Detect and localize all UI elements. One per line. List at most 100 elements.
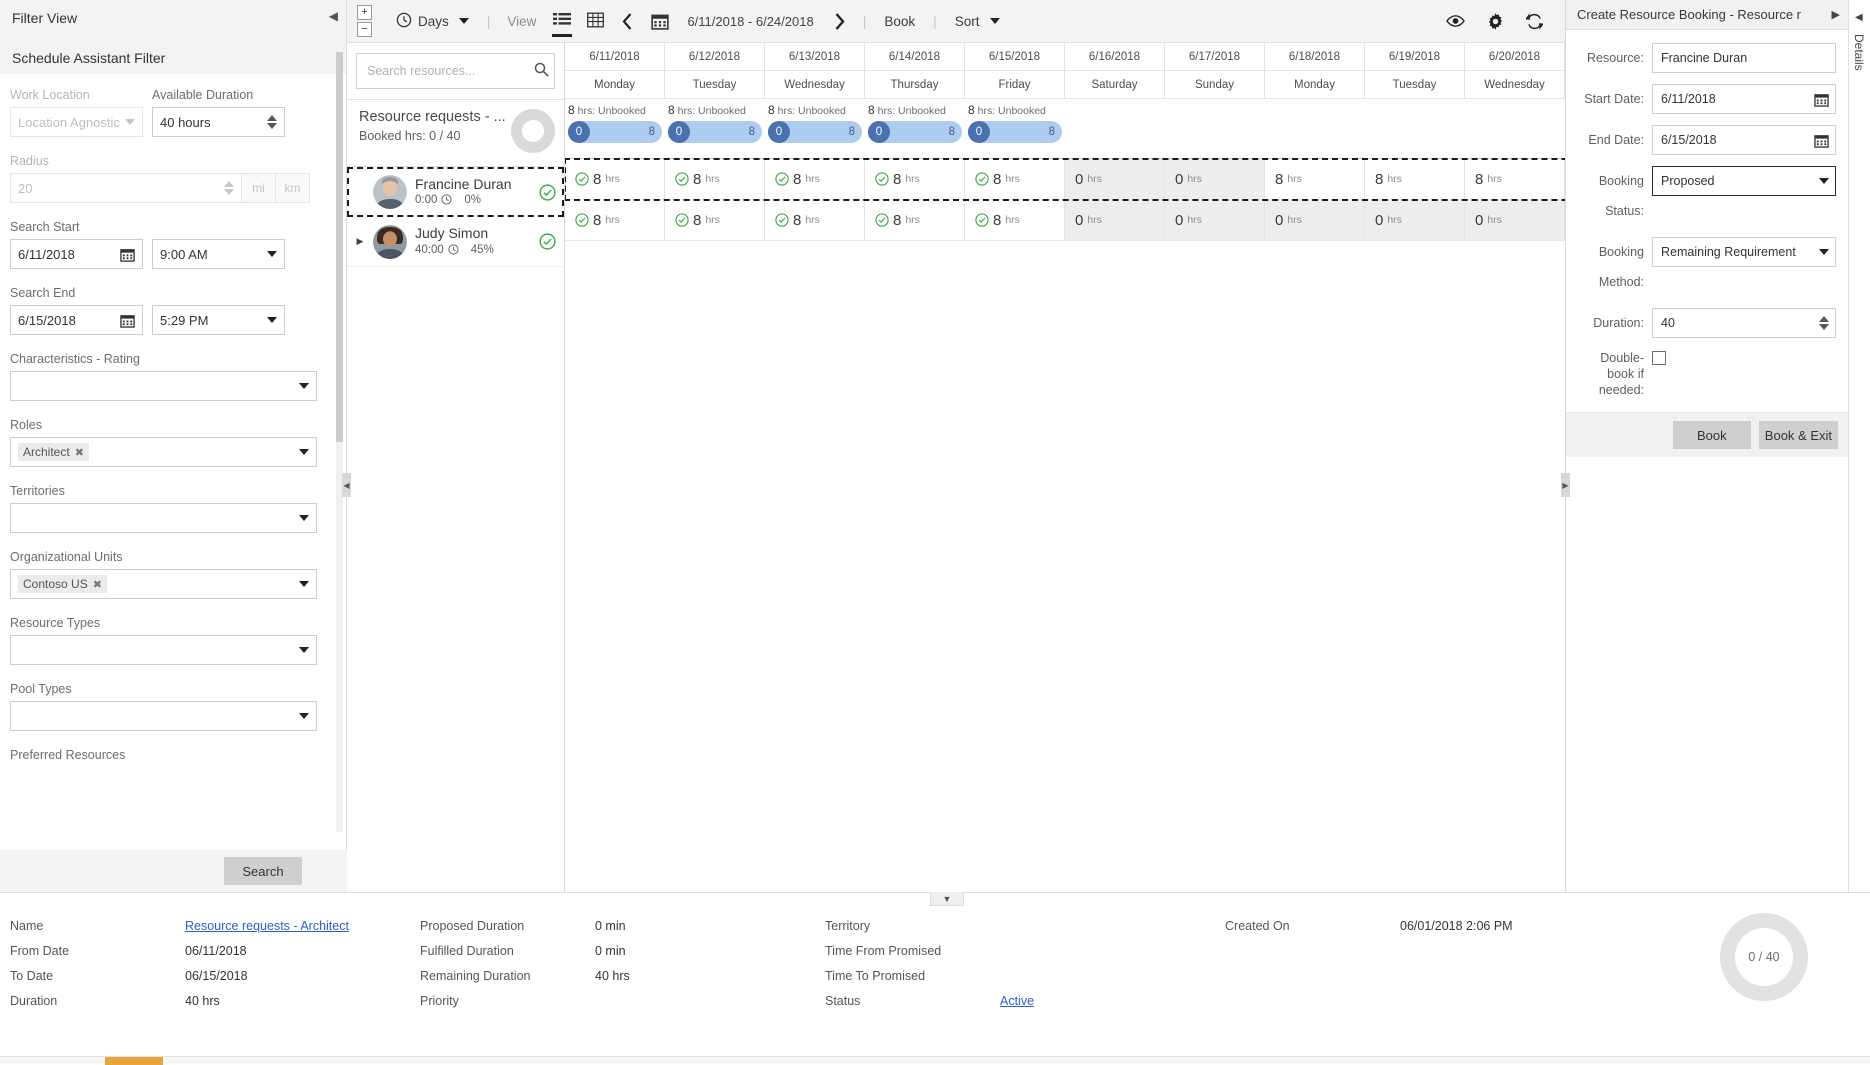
remove-tag-icon[interactable]: ✖ <box>93 578 102 591</box>
search-resources-input[interactable] <box>365 63 530 79</box>
double-book-checkbox[interactable] <box>1652 351 1666 365</box>
list-view-button[interactable] <box>545 0 579 43</box>
collapse-rows-button[interactable]: − <box>357 22 372 37</box>
timeline-cell[interactable]: 8hrs <box>1365 159 1465 200</box>
radius-unit-mi[interactable]: mi <box>242 173 276 203</box>
calendar-icon[interactable] <box>120 313 135 328</box>
search-start-time-select[interactable]: 9:00 AM <box>152 239 285 269</box>
book-and-exit-button[interactable]: Book & Exit <box>1759 421 1838 449</box>
resource-request-group-row[interactable]: Resource requests - ... Booked hrs: 0 / … <box>347 99 564 167</box>
timeline-cell[interactable]: 8hrs <box>565 200 665 241</box>
timeline-cell[interactable]: 8hrs <box>865 200 965 241</box>
timeline-cell[interactable]: 8hrs <box>665 200 765 241</box>
radius-unit-km[interactable]: km <box>276 173 310 203</box>
timeline-cell[interactable]: 8hrs <box>565 159 665 200</box>
duration-input[interactable]: 40 <box>1652 308 1836 338</box>
duration-stepper[interactable] <box>267 115 277 129</box>
capacity-cell[interactable]: 8 hrs: Unbooked08 <box>665 99 765 158</box>
capacity-cell[interactable]: 8 hrs: Unbooked08 <box>965 99 1065 158</box>
book-menu-button[interactable]: Book <box>874 0 925 43</box>
timeline-cell[interactable]: 0hrs <box>1065 200 1165 241</box>
capacity-pill[interactable]: 08 <box>668 121 762 143</box>
search-end-date-input[interactable]: 6/15/2018 <box>10 305 143 335</box>
timeline-row[interactable]: 8hrs8hrs8hrs8hrs8hrs0hrs0hrs0hrs0hrs0hrs… <box>565 200 1565 241</box>
expand-resource-icon[interactable]: ▶ <box>355 236 365 247</box>
resource-input[interactable]: Francine Duran <box>1652 43 1836 73</box>
capacity-pill[interactable]: 08 <box>968 121 1062 143</box>
search-end-time-select[interactable]: 5:29 PM <box>152 305 285 335</box>
search-icon[interactable] <box>534 62 549 80</box>
expand-rows-button[interactable]: + <box>357 5 372 20</box>
book-button[interactable]: Book <box>1673 421 1751 449</box>
radius-input[interactable]: 20 <box>10 173 242 203</box>
available-duration-input[interactable]: 40 hours <box>152 107 285 137</box>
gear-icon[interactable] <box>1487 13 1504 30</box>
calendar-icon[interactable] <box>1814 133 1829 148</box>
work-location-select[interactable]: Location Agnostic <box>10 107 143 137</box>
start-date-input[interactable]: 6/11/2018 <box>1652 84 1836 114</box>
capacity-cell[interactable]: 8 hrs: Unbooked08 <box>865 99 965 158</box>
timeline-cell[interactable]: 0hrs <box>1365 200 1465 241</box>
details-side-tab[interactable]: ◀ Details <box>1848 0 1870 892</box>
booking-status-select[interactable]: Proposed <box>1652 166 1836 196</box>
resource-types-select[interactable] <box>10 635 317 665</box>
grid-view-button[interactable] <box>579 0 612 43</box>
detail-link[interactable]: Active <box>1000 994 1034 1008</box>
detail-value[interactable]: Resource requests - Architect <box>185 919 349 933</box>
detail-value[interactable]: Active <box>1000 994 1034 1008</box>
left-splitter-handle[interactable]: ◀ <box>342 473 351 497</box>
org-units-select[interactable]: Contoso US ✖ <box>10 569 317 599</box>
timeline-cell[interactable]: 0hrs <box>1165 200 1265 241</box>
timeline-cell[interactable]: 0hrs <box>1265 200 1365 241</box>
eye-icon[interactable] <box>1446 14 1465 28</box>
search-button[interactable]: Search <box>224 857 302 885</box>
refresh-icon[interactable] <box>1526 13 1543 30</box>
right-splitter-handle[interactable]: ▶ <box>1561 473 1570 497</box>
roles-select[interactable]: Architect ✖ <box>10 437 317 467</box>
calendar-icon[interactable] <box>120 247 135 262</box>
pool-types-select[interactable] <box>10 701 317 731</box>
timeline-cell[interactable]: 8hrs <box>765 159 865 200</box>
timeline-cell[interactable]: 8hrs <box>1465 159 1565 200</box>
timeline-cell[interactable]: 8hrs <box>1265 159 1365 200</box>
radius-stepper[interactable] <box>224 181 234 195</box>
capacity-pill[interactable]: 08 <box>868 121 962 143</box>
sort-menu-button[interactable]: Sort <box>945 0 1010 43</box>
resource-row-judy-simon[interactable]: ▶ Judy Simon <box>347 217 564 267</box>
timeline-cell[interactable]: 0hrs <box>1165 159 1265 200</box>
characteristics-select[interactable] <box>10 371 317 401</box>
collapse-details-icon[interactable]: ◀ <box>1855 12 1863 23</box>
timeline-cell[interactable]: 0hrs <box>1065 159 1165 200</box>
search-start-date-input[interactable]: 6/11/2018 <box>10 239 143 269</box>
org-unit-tag-contoso-us[interactable]: Contoso US ✖ <box>18 575 107 593</box>
resource-search[interactable] <box>356 53 555 89</box>
previous-period-button[interactable] <box>612 13 643 30</box>
duration-stepper[interactable] <box>1819 316 1829 330</box>
timeline-row[interactable]: 8hrs8hrs8hrs8hrs8hrs0hrs0hrs8hrs8hrs8hrs… <box>565 159 1565 200</box>
timeline-cell[interactable]: 0hrs <box>1465 200 1565 241</box>
date-picker-button[interactable] <box>643 12 677 30</box>
timeline-cell[interactable]: 8hrs <box>965 200 1065 241</box>
collapse-filter-panel-icon[interactable]: ◀ <box>329 10 338 22</box>
role-tag-architect[interactable]: Architect ✖ <box>18 443 89 461</box>
filter-scrollbar-thumb[interactable] <box>336 52 343 442</box>
capacity-pill[interactable]: 08 <box>768 121 862 143</box>
calendar-icon[interactable] <box>1814 92 1829 107</box>
resource-row-francine-duran[interactable]: Francine Duran 0:00 0% <box>347 167 564 217</box>
timeline-cell[interactable]: 8hrs <box>665 159 765 200</box>
detail-link[interactable]: Resource requests - Architect <box>185 919 349 933</box>
chevron-right-icon[interactable]: ▶ <box>1832 8 1840 21</box>
timeline-cell[interactable]: 8hrs <box>765 200 865 241</box>
capacity-cell <box>1065 99 1165 158</box>
time-unit-selector[interactable]: Days <box>386 0 479 43</box>
next-period-button[interactable] <box>824 13 855 30</box>
timeline-cell[interactable]: 8hrs <box>965 159 1065 200</box>
end-date-input[interactable]: 6/15/2018 <box>1652 125 1836 155</box>
capacity-cell[interactable]: 8 hrs: Unbooked08 <box>765 99 865 158</box>
remove-tag-icon[interactable]: ✖ <box>75 446 84 459</box>
territories-select[interactable] <box>10 503 317 533</box>
timeline-cell[interactable]: 8hrs <box>865 159 965 200</box>
booking-method-select[interactable]: Remaining Requirement <box>1652 237 1836 267</box>
capacity-cell[interactable]: 8 hrs: Unbooked08 <box>565 99 665 158</box>
capacity-pill[interactable]: 08 <box>568 121 662 143</box>
